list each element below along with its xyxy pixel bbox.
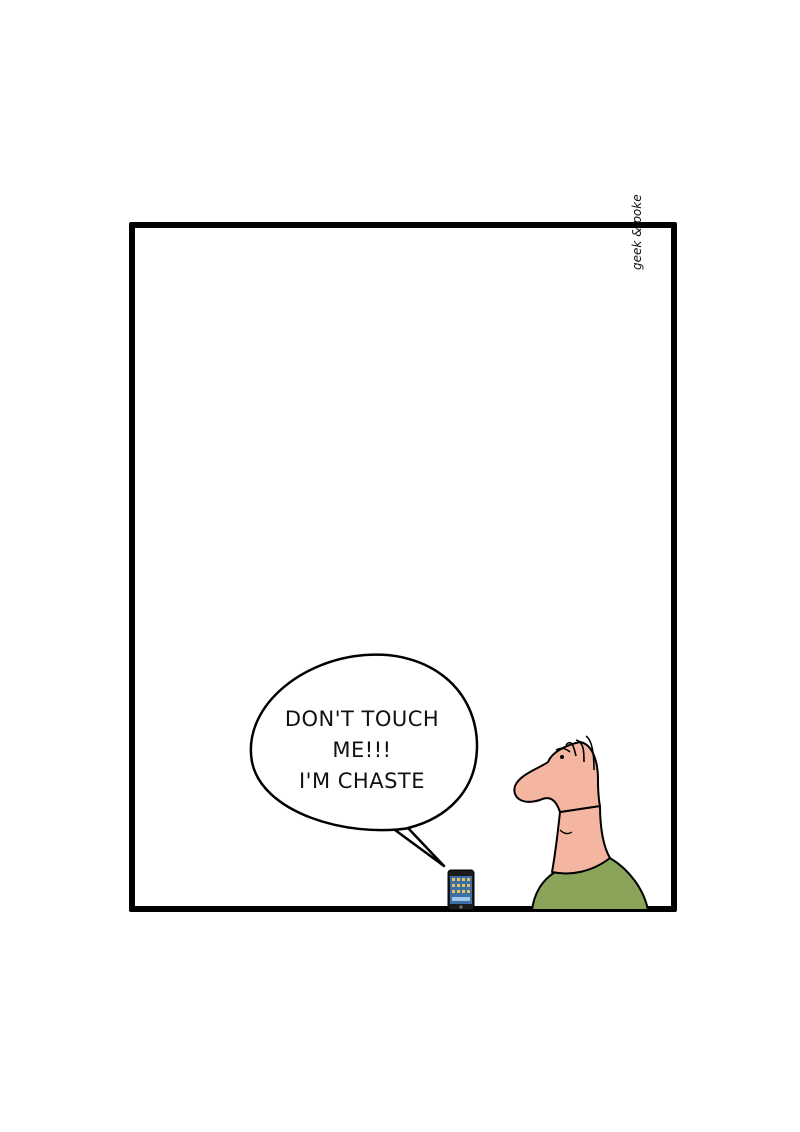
speech-line-2: ME!!! <box>332 738 392 762</box>
smartphone-icon <box>447 869 475 911</box>
comic-scene <box>249 653 650 911</box>
speech-line-3: I'M CHASTE <box>298 769 425 793</box>
man-character <box>513 735 650 911</box>
speech-text: DON'T TOUCH ME!!! I'M CHASTE <box>262 704 462 797</box>
speech-line-1: DON'T TOUCH <box>284 707 440 731</box>
